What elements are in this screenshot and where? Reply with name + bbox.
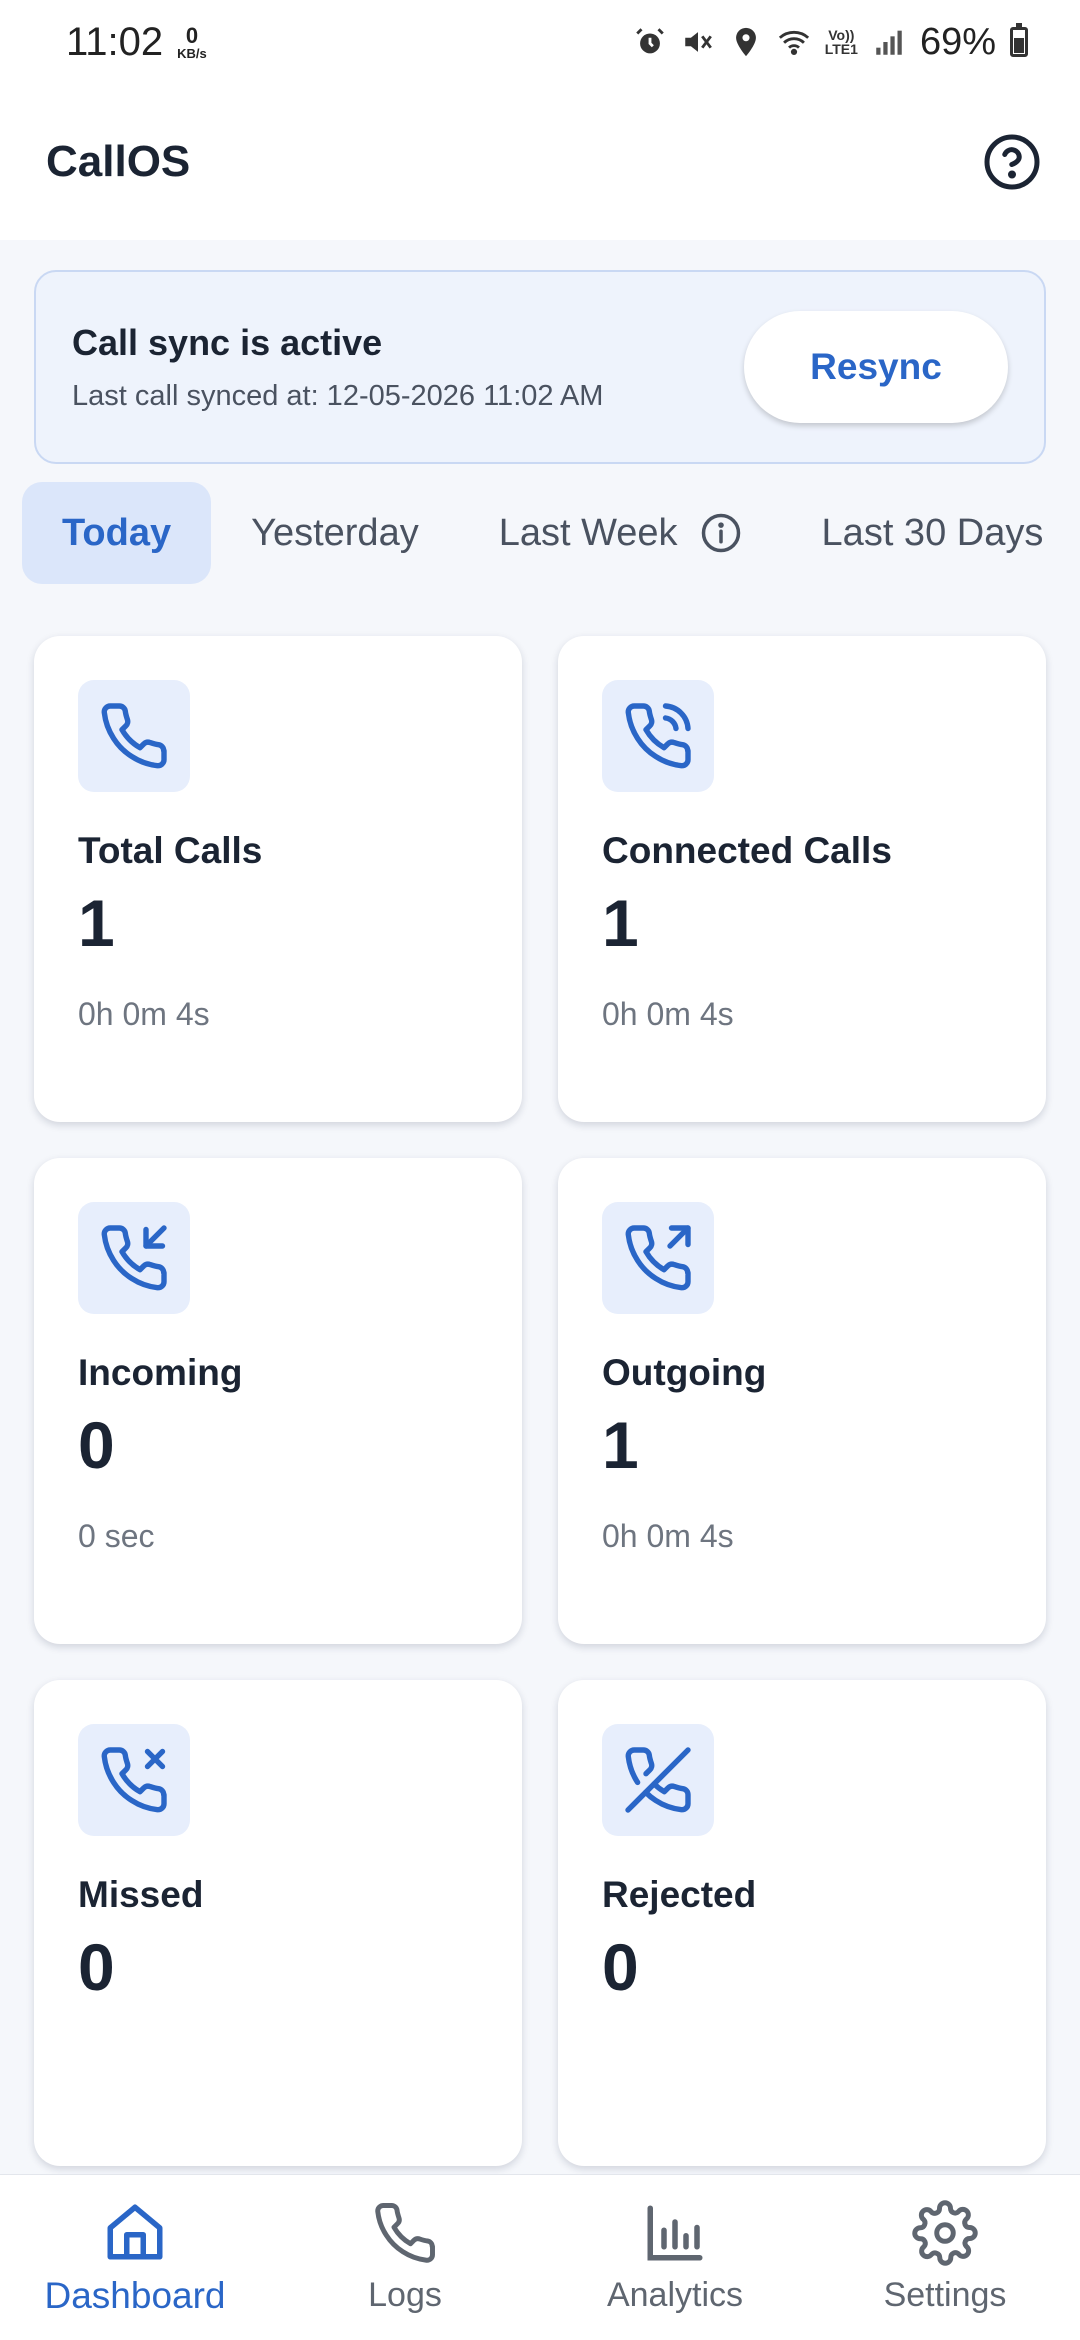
location-icon — [735, 27, 756, 57]
nav-label: Logs — [368, 2276, 442, 2314]
tab-yesterday[interactable]: Yesterday — [211, 482, 459, 584]
stat-card-connected-calls[interactable]: Connected Calls 1 0h 0m 4s — [558, 636, 1046, 1122]
alarm-icon — [635, 28, 664, 54]
stat-label: Missed — [78, 1874, 204, 1915]
stat-duration: 0 sec — [78, 1518, 155, 1554]
stat-card-total-calls[interactable]: Total Calls 1 0h 0m 4s — [34, 636, 522, 1122]
stat-label: Incoming — [78, 1352, 243, 1393]
stat-label: Outgoing — [602, 1352, 767, 1393]
phone-off-icon — [625, 1747, 691, 1813]
stat-value: 0 — [78, 1930, 115, 2004]
icon-box — [602, 680, 714, 792]
period-tabs: Today Yesterday Last Week Last 30 Days — [22, 482, 1080, 584]
stat-card-incoming[interactable]: Incoming 0 0 sec — [34, 1158, 522, 1644]
icon-box — [602, 1202, 714, 1314]
app-bar: CallOS — [0, 84, 1080, 240]
stat-label: Rejected — [602, 1874, 757, 1915]
net-speed-unit: KB/s — [177, 45, 207, 61]
status-time: 11:02 — [66, 19, 164, 64]
phone-icon — [375, 2203, 435, 2263]
tab-label: Today — [62, 511, 172, 554]
tab-today[interactable]: Today — [22, 482, 212, 584]
help-circle-icon — [984, 134, 1040, 190]
nav-dashboard[interactable]: Dashboard — [0, 2199, 270, 2317]
status-bar-right: Vo)) LTE1 69% — [633, 21, 1028, 64]
nav-label: Analytics — [606, 2276, 744, 2314]
stat-duration: 0h 0m 4s — [78, 996, 210, 1032]
stat-card-outgoing[interactable]: Outgoing 1 0h 0m 4s — [558, 1158, 1046, 1644]
icon-box — [78, 1202, 190, 1314]
lte-bottom: LTE1 — [824, 41, 858, 57]
stat-card-missed[interactable]: Missed 0 — [34, 1680, 522, 2166]
stat-value: 1 — [602, 886, 639, 960]
net-speed-value: 0 — [185, 22, 199, 48]
signal-icon — [876, 30, 902, 55]
tab-last-30-days[interactable]: Last 30 Days — [782, 482, 1080, 584]
nav-label: Dashboard — [44, 2274, 226, 2316]
sync-title: Call sync is active — [72, 321, 383, 363]
tab-last-week[interactable]: Last Week — [459, 482, 782, 584]
stat-card-rejected[interactable]: Rejected 0 — [558, 1680, 1046, 2166]
net-speed: 0 KB/s — [177, 22, 207, 61]
phone-outgoing-icon — [625, 1225, 691, 1291]
sync-subtitle: Last call synced at: 12-05-2026 11:02 AM — [72, 379, 604, 412]
stat-value: 1 — [602, 1408, 639, 1482]
stat-label: Total Calls — [78, 830, 263, 871]
status-bar: 11:02 0 KB/s Vo)) LTE1 69% — [0, 0, 1080, 84]
stat-duration: 0h 0m 4s — [602, 1518, 734, 1554]
wifi-icon — [778, 30, 809, 56]
app-title: CallOS — [46, 137, 191, 186]
gear-icon — [912, 2200, 978, 2266]
nav-label: Settings — [883, 2276, 1007, 2314]
home-icon — [107, 2204, 163, 2259]
battery-percent: 69% — [919, 20, 996, 63]
stat-value: 1 — [78, 886, 115, 960]
stat-label: Connected Calls — [602, 830, 892, 871]
sync-status-card: Call sync is active Last call synced at:… — [34, 270, 1046, 464]
status-bar-left: 11:02 0 KB/s — [66, 20, 207, 65]
icon-box — [78, 1724, 190, 1836]
phone-icon — [101, 703, 167, 769]
nav-analytics[interactable]: Analytics — [540, 2200, 810, 2315]
help-button[interactable] — [980, 130, 1044, 194]
tab-label: Yesterday — [251, 511, 419, 554]
stat-value: 0 — [602, 1930, 639, 2004]
phone-connected-icon — [625, 703, 691, 769]
stat-duration: 0h 0m 4s — [602, 996, 734, 1032]
resync-button[interactable]: Resync — [744, 311, 1008, 423]
stat-value: 0 — [78, 1408, 115, 1482]
battery-icon — [1010, 23, 1028, 57]
icon-box — [78, 680, 190, 792]
nav-settings[interactable]: Settings — [810, 2200, 1080, 2315]
tab-label: Last 30 Days — [821, 511, 1044, 554]
phone-missed-icon — [101, 1747, 167, 1813]
bottom-navigation: Dashboard Logs Analytics Settings — [0, 2174, 1080, 2340]
bar-chart-icon — [647, 2205, 703, 2261]
sync-text-group: Call sync is active Last call synced at:… — [72, 322, 603, 413]
icon-box — [602, 1724, 714, 1836]
lte-indicator: Vo)) LTE1 — [825, 28, 858, 56]
phone-incoming-icon — [101, 1225, 167, 1291]
nav-logs[interactable]: Logs — [270, 2200, 540, 2315]
mute-icon — [684, 32, 712, 52]
info-icon — [701, 513, 740, 553]
tab-label: Last Week — [498, 511, 678, 554]
